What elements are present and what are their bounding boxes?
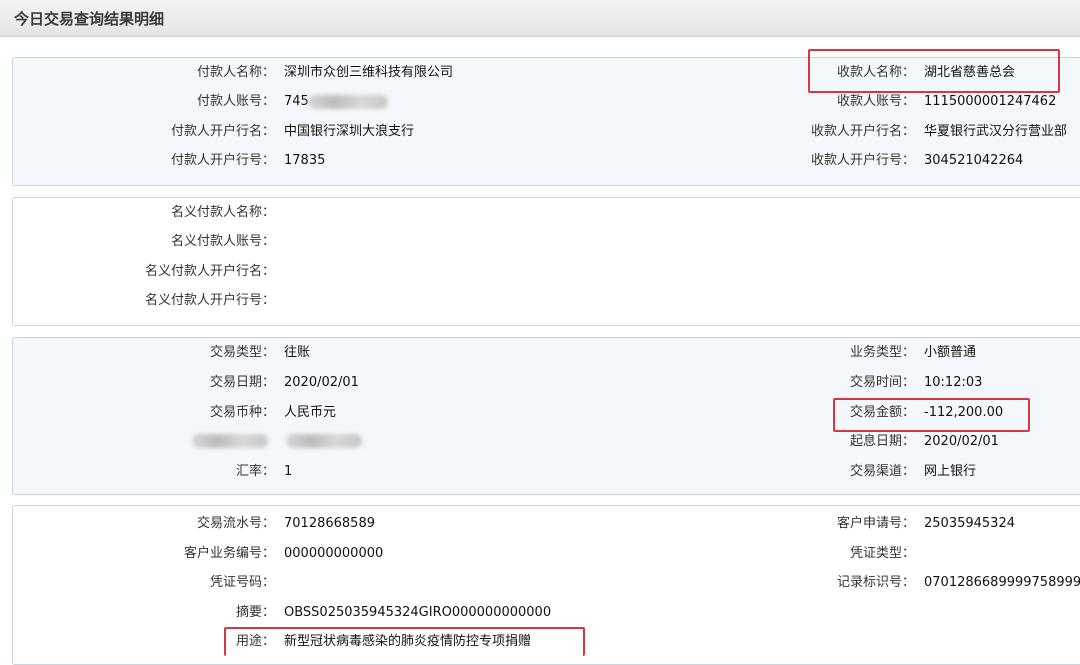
payee-name-value: 湖北省慈善总会 [924, 65, 1016, 80]
purpose-value: 新型冠状病毒感染的肺炎疫情防控专项捐赠 [284, 634, 532, 649]
payee-account-value: 1115000001247462 [924, 94, 1057, 109]
payee-bank-no-value: 304521042264 [924, 153, 1024, 168]
payer-bank-label: 付款人开户行名： [170, 124, 275, 139]
transaction-time-value: 10:12:03 [924, 375, 983, 390]
redacted-label-blur [192, 434, 268, 448]
nominal-bank-label: 名义付款人开户行名： [144, 264, 275, 279]
business-type-value: 小额普通 [924, 345, 977, 360]
payer-bank-no-label: 付款人开户行号： [170, 153, 275, 168]
value-date-label: 起息日期： [849, 434, 915, 449]
redacted-value-blur [286, 434, 362, 448]
title-bar: 今日交易查询结果明细 [0, 0, 1080, 37]
transaction-currency-label: 交易币种： [209, 405, 275, 420]
apply-no-label: 客户申请号： [836, 516, 915, 531]
exchange-rate-value: 1 [284, 464, 293, 479]
exchange-rate-label: 汇率： [235, 464, 275, 479]
voucher-type-label: 凭证类型： [849, 546, 915, 561]
nominal-name-label: 名义付款人名称： [170, 205, 275, 220]
nominal-account-label: 名义付款人账号： [170, 234, 275, 249]
payer-name-value: 深圳市众创三维科技有限公司 [284, 65, 454, 80]
payer-bank-no-value: 17835 [284, 153, 326, 168]
payee-account-label: 收款人账号： [836, 94, 915, 109]
record-id-label: 记录标识号： [836, 575, 915, 590]
record-id-value: 0701286689999758999 [924, 575, 1080, 590]
transaction-amount-label: 交易金额： [849, 405, 915, 420]
payee-name-label: 收款人名称： [836, 65, 915, 80]
transaction-type-value: 往账 [284, 345, 311, 360]
redacted-account-blur [308, 95, 388, 109]
business-no-label: 客户业务编号： [183, 546, 275, 561]
payer-account-label: 付款人账号： [196, 94, 275, 109]
nominal-bank-no-label: 名义付款人开户行号： [144, 293, 275, 308]
page-title: 今日交易查询结果明细 [14, 10, 165, 28]
summary-value: OBSS025035945324GIRO000000000000 [284, 605, 552, 620]
serial-no-label: 交易流水号： [196, 516, 275, 531]
transaction-date-label: 交易日期： [209, 375, 275, 390]
voucher-no-label: 凭证号码： [209, 575, 275, 590]
business-type-label: 业务类型： [849, 345, 915, 360]
apply-no-value: 25035945324 [924, 516, 1015, 531]
transaction-channel-value: 网上银行 [924, 464, 977, 479]
transaction-date-value: 2020/02/01 [284, 375, 359, 390]
business-no-value: 000000000000 [284, 546, 384, 561]
payee-bank-value: 华夏银行武汉分行营业部 [924, 124, 1068, 139]
purpose-label: 用途： [235, 634, 275, 649]
summary-label: 摘要： [235, 605, 275, 620]
payer-name-label: 付款人名称： [196, 65, 275, 80]
transaction-time-label: 交易时间： [849, 375, 915, 390]
payee-bank-label: 收款人开户行名： [810, 124, 915, 139]
payer-bank-value: 中国银行深圳大浪支行 [284, 124, 415, 139]
payee-bank-no-label: 收款人开户行号： [810, 153, 915, 168]
serial-no-value: 70128668589 [284, 516, 375, 531]
transaction-amount-value: -112,200.00 [924, 405, 1004, 420]
value-date-value: 2020/02/01 [924, 434, 999, 449]
payer-account-value: 745 [284, 94, 309, 109]
transaction-channel-label: 交易渠道： [849, 464, 915, 479]
transaction-currency-value: 人民币元 [284, 405, 337, 420]
transaction-type-label: 交易类型： [209, 345, 275, 360]
